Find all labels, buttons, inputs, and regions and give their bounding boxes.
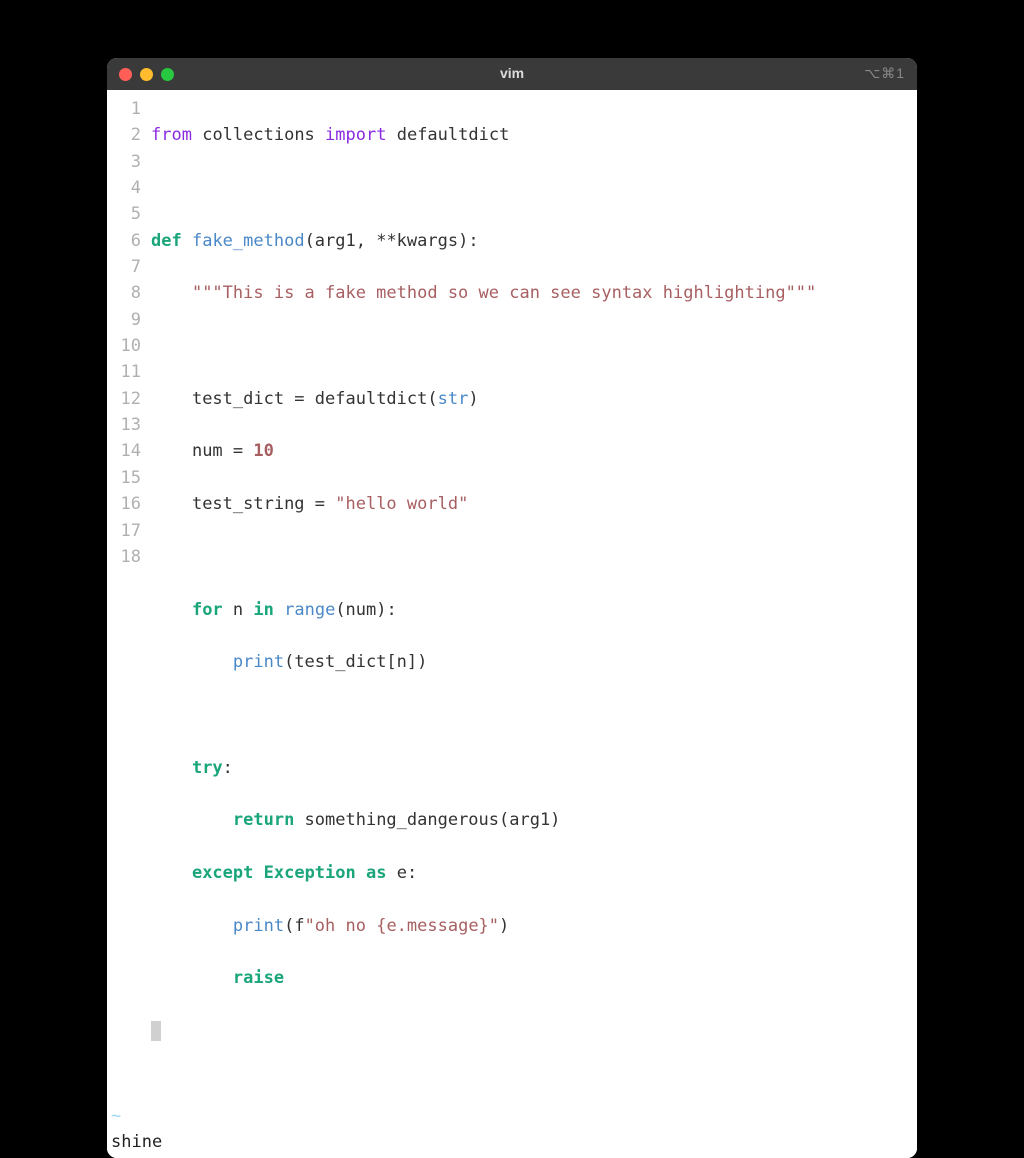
line-number: 8 (107, 280, 141, 306)
terminal-window: vim ⌥⌘1 1 2 3 4 5 6 7 8 9 10 11 12 13 14… (107, 58, 917, 1158)
minimize-icon[interactable] (140, 68, 153, 81)
line-number: 15 (107, 465, 141, 491)
code-line: print(test_dict[n]) (151, 649, 917, 675)
code-line: try: (151, 755, 917, 781)
shortcut-hint: ⌥⌘1 (864, 63, 905, 85)
line-number: 5 (107, 201, 141, 227)
line-number: 17 (107, 518, 141, 544)
code-line: raise (151, 965, 917, 991)
code-line: """This is a fake method so we can see s… (151, 280, 917, 306)
cursor-icon (151, 1021, 161, 1041)
line-number: 3 (107, 149, 141, 175)
code-line: print(f"oh no {e.message}") (151, 913, 917, 939)
code-line (151, 544, 917, 570)
code-line: except Exception as e: (151, 860, 917, 886)
code-line: test_string = "hello world" (151, 491, 917, 517)
line-number: 1 (107, 96, 141, 122)
line-number: 7 (107, 254, 141, 280)
code-line: test_dict = defaultdict(str) (151, 386, 917, 412)
titlebar: vim ⌥⌘1 (107, 58, 917, 90)
code-line: def fake_method(arg1, **kwargs): (151, 228, 917, 254)
line-number: 2 (107, 122, 141, 148)
code-line (151, 333, 917, 359)
empty-line-tilde: ~ (107, 1103, 917, 1129)
line-number: 4 (107, 175, 141, 201)
code-line (151, 702, 917, 728)
zoom-icon[interactable] (161, 68, 174, 81)
window-title: vim (107, 63, 917, 85)
line-number: 10 (107, 333, 141, 359)
code-line: for n in range(num): (151, 597, 917, 623)
code-line: from collections import defaultdict (151, 122, 917, 148)
line-number: 11 (107, 359, 141, 385)
line-number-gutter: 1 2 3 4 5 6 7 8 9 10 11 12 13 14 15 16 1… (107, 96, 151, 1097)
line-number: 6 (107, 228, 141, 254)
line-number: 18 (107, 544, 141, 570)
code-content[interactable]: from collections import defaultdict def … (151, 96, 917, 1097)
line-number: 16 (107, 491, 141, 517)
code-line (151, 1018, 917, 1044)
line-number: 9 (107, 307, 141, 333)
editor-area[interactable]: 1 2 3 4 5 6 7 8 9 10 11 12 13 14 15 16 1… (107, 90, 917, 1158)
code-line: num = 10 (151, 438, 917, 464)
status-line: shine (107, 1129, 917, 1157)
code-line (151, 175, 917, 201)
traffic-lights (119, 68, 174, 81)
code-line: return something_dangerous(arg1) (151, 807, 917, 833)
close-icon[interactable] (119, 68, 132, 81)
line-number: 13 (107, 412, 141, 438)
line-number: 12 (107, 386, 141, 412)
line-number: 14 (107, 438, 141, 464)
